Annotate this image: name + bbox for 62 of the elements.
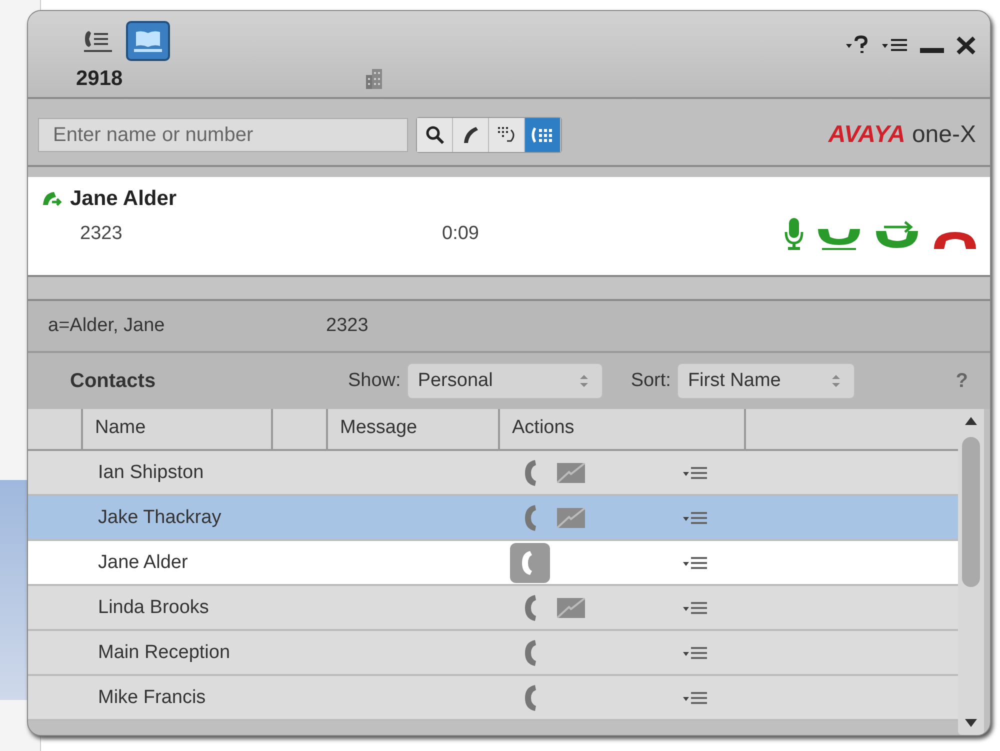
search-icon xyxy=(424,125,444,145)
contact-name: Jane Alder xyxy=(97,552,189,574)
column-header[interactable]: Name xyxy=(83,409,273,449)
call-log-icon xyxy=(83,28,113,54)
contact-row[interactable]: Mike Francis xyxy=(28,676,958,721)
close-icon[interactable] xyxy=(956,35,976,55)
phone-icon[interactable] xyxy=(523,458,537,486)
row-menu-icon[interactable] xyxy=(683,464,707,480)
search-field[interactable]: Enter name or number xyxy=(38,118,408,152)
phone-button-icon[interactable] xyxy=(510,542,550,582)
contacts-title: Contacts xyxy=(70,370,157,392)
scroll-up-icon[interactable] xyxy=(965,417,977,425)
show-dropdown[interactable]: Personal xyxy=(406,363,603,399)
hang-up-icon[interactable] xyxy=(932,229,978,251)
contact-row[interactable]: Main Reception xyxy=(28,631,958,676)
contact-name: Main Reception xyxy=(97,642,232,664)
column-header[interactable]: Message xyxy=(328,409,500,449)
spinner-icon xyxy=(832,374,840,388)
scrollbar-thumb[interactable] xyxy=(962,437,980,587)
keypad-redial-icon xyxy=(496,125,518,145)
transfer-icon[interactable] xyxy=(874,221,920,251)
scrollbar[interactable] xyxy=(958,409,984,735)
match-number: 2323 xyxy=(326,315,368,337)
phone-icon[interactable] xyxy=(523,594,537,622)
row-menu-icon[interactable] xyxy=(683,600,707,616)
caller-number: 2323 xyxy=(80,223,124,245)
row-menu-icon[interactable] xyxy=(683,690,707,706)
book-icon xyxy=(133,28,163,54)
microphone-icon[interactable] xyxy=(784,217,804,251)
contact-name: Linda Brooks xyxy=(97,596,210,618)
contact-row[interactable]: Jane Alder xyxy=(28,541,958,586)
building-icon xyxy=(366,69,382,89)
row-menu-icon[interactable] xyxy=(683,554,707,570)
contact-name: Jake Thackray xyxy=(97,506,222,528)
row-menu-icon[interactable] xyxy=(683,644,707,660)
phone-icon[interactable] xyxy=(523,684,537,712)
contact-row[interactable]: Linda Brooks xyxy=(28,586,958,631)
show-label: Show: xyxy=(348,370,401,392)
caller-name: Jane Alder xyxy=(70,187,177,211)
redial-mode-button[interactable] xyxy=(489,118,525,152)
contacts-tab[interactable] xyxy=(126,21,170,61)
dialpad-mode-button[interactable] xyxy=(525,118,561,152)
logo: AVAYA one-X xyxy=(828,121,976,149)
phone-icon[interactable] xyxy=(523,638,537,666)
scroll-down-icon[interactable] xyxy=(965,719,977,727)
envelope-icon[interactable] xyxy=(557,598,585,618)
envelope-icon[interactable] xyxy=(557,462,585,482)
extension-number: 2918 xyxy=(76,67,124,91)
sort-label: Sort: xyxy=(630,370,671,392)
spinner-icon xyxy=(580,374,588,388)
match-name: a=Alder, Jane xyxy=(48,315,166,337)
call-duration: 0:09 xyxy=(442,223,479,245)
contact-name: Mike Francis xyxy=(97,686,207,708)
call-mode-button[interactable] xyxy=(453,118,489,152)
contact-row[interactable]: Jake Thackray xyxy=(28,496,958,541)
contact-row[interactable]: Ian Shipston xyxy=(28,451,958,496)
row-menu-icon[interactable] xyxy=(683,510,707,526)
search-mode-button[interactable] xyxy=(417,118,453,152)
contact-name: Ian Shipston xyxy=(97,462,205,484)
column-header[interactable]: Actions xyxy=(500,409,746,449)
help-menu-icon[interactable] xyxy=(846,35,870,55)
sort-dropdown[interactable]: First Name xyxy=(676,363,855,399)
